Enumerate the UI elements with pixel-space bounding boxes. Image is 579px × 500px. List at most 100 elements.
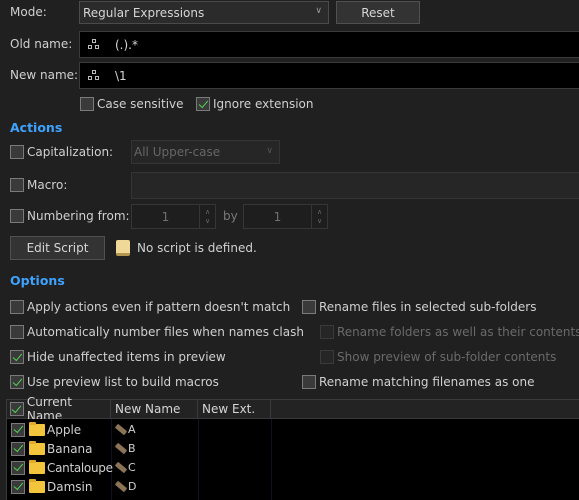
mode-dropdown[interactable]: Regular Expressions ∨ (79, 1, 329, 24)
checkbox-box[interactable] (10, 325, 24, 339)
option-rename-matching[interactable]: Rename matching filenames as one (302, 375, 534, 389)
script-status-text: No script is defined. (137, 241, 257, 255)
pencil-icon (114, 442, 128, 455)
option-apply-actions[interactable]: Apply actions even if pattern doesn't ma… (10, 300, 290, 314)
checkbox-box[interactable] (10, 145, 24, 159)
checkbox-box[interactable] (302, 375, 316, 389)
option-hide-unaffected[interactable]: Hide unaffected items in preview (10, 350, 226, 364)
macro-checkbox[interactable]: Macro: (10, 178, 67, 192)
checkbox-box[interactable] (10, 178, 24, 192)
old-name-value: (.).* (115, 37, 138, 52)
option-label: Automatically number files when names cl… (27, 325, 304, 339)
chevron-down-icon: ∨ (266, 146, 273, 156)
numbering-from-value: 1 (161, 209, 170, 224)
case-sensitive-checkbox[interactable]: Case sensitive (80, 97, 184, 111)
script-scroll-icon (116, 240, 130, 256)
folder-icon (29, 459, 45, 474)
column-label: New Name (115, 402, 181, 416)
checkbox-box[interactable] (320, 325, 334, 339)
chevron-down-icon[interactable]: ∨ (205, 217, 210, 226)
pencil-icon (114, 423, 128, 436)
folder-icon (29, 440, 45, 455)
capitalization-value: All Upper-case (134, 145, 221, 159)
numbering-checkbox[interactable]: Numbering from: (10, 209, 130, 223)
column-header-new-name[interactable]: New Name (111, 400, 198, 418)
option-use-preview-list[interactable]: Use preview list to build macros (10, 375, 219, 389)
numbering-from-spinner[interactable]: 1 ∧ ∨ (131, 204, 216, 229)
checkbox-box[interactable] (196, 97, 210, 111)
spinner-arrows[interactable]: ∧ ∨ (199, 205, 215, 228)
folder-icon (29, 478, 45, 493)
spinner-arrows[interactable]: ∧ ∨ (311, 205, 327, 228)
old-name-input[interactable]: (.).* (79, 31, 579, 58)
options-heading: Options (10, 273, 65, 288)
row-checkbox[interactable] (11, 479, 25, 494)
pencil-icon (114, 480, 128, 493)
list-item[interactable]: Cantaloupe C (11, 458, 136, 477)
capitalization-dropdown[interactable]: All Upper-case ∨ (131, 140, 280, 164)
option-show-subfolder-preview[interactable]: Show preview of sub-folder contents (320, 350, 556, 364)
column-header-new-ext[interactable]: New Ext. (198, 400, 271, 418)
current-name: Apple (47, 422, 82, 437)
row-checkbox[interactable] (11, 460, 25, 475)
column-divider (198, 419, 199, 500)
numbering-by-spinner[interactable]: 1 ∧ ∨ (243, 204, 328, 229)
option-label: Hide unaffected items in preview (27, 350, 226, 364)
capitalization-checkbox[interactable]: Capitalization: (10, 145, 113, 159)
row-checkbox[interactable] (11, 422, 25, 437)
current-name: Banana (47, 441, 93, 456)
actions-heading: Actions (10, 120, 63, 135)
list-item[interactable]: Damsin D (11, 477, 136, 496)
chevron-up-icon[interactable]: ∧ (317, 208, 322, 217)
list-item[interactable]: Apple A (11, 420, 136, 439)
edit-script-button[interactable]: Edit Script (10, 236, 105, 260)
new-name: D (128, 480, 137, 493)
chevron-down-icon: ∨ (315, 6, 322, 16)
folder-icon (29, 421, 45, 436)
numbering-label: Numbering from: (27, 209, 130, 223)
checkbox-box[interactable] (10, 375, 24, 389)
case-sensitive-label: Case sensitive (97, 97, 184, 111)
option-label: Rename folders as well as their contents (337, 325, 579, 339)
macro-input[interactable] (131, 172, 579, 199)
old-name-label: Old name: (10, 37, 73, 51)
regex-icon (88, 39, 100, 50)
capitalization-label: Capitalization: (27, 145, 114, 159)
new-name-label: New name: (10, 68, 79, 82)
checkbox-box[interactable] (10, 350, 24, 364)
list-header: Current Name New Name New Ext. (7, 395, 579, 423)
script-status: No script is defined. (116, 240, 257, 256)
column-label: New Ext. (202, 402, 256, 416)
column-header-empty (271, 400, 579, 418)
chevron-down-icon[interactable]: ∨ (317, 217, 322, 226)
option-label: Rename files in selected sub-folders (319, 300, 537, 314)
column-header-current-name[interactable]: Current Name (7, 395, 111, 423)
macro-label: Macro: (27, 178, 68, 192)
option-rename-folders-too[interactable]: Rename folders as well as their contents (320, 325, 579, 339)
current-name: Cantaloupe (47, 460, 113, 475)
list-item[interactable]: Banana B (11, 439, 136, 458)
option-auto-number[interactable]: Automatically number files when names cl… (10, 325, 304, 339)
checkbox-box[interactable] (10, 209, 24, 223)
checkbox-box[interactable] (302, 300, 316, 314)
pencil-icon (114, 461, 128, 474)
checkbox-box[interactable] (320, 350, 334, 364)
regex-icon (88, 70, 100, 81)
checkbox-box[interactable] (10, 300, 24, 314)
option-label: Rename matching filenames as one (319, 375, 535, 389)
ignore-extension-label: Ignore extension (213, 97, 314, 111)
option-rename-subfolders[interactable]: Rename files in selected sub-folders (302, 300, 536, 314)
row-checkbox[interactable] (11, 441, 25, 456)
new-name-input[interactable]: \1 (79, 62, 579, 89)
chevron-up-icon[interactable]: ∧ (205, 208, 210, 217)
ignore-extension-checkbox[interactable]: Ignore extension (196, 97, 313, 111)
mode-label: Mode: (10, 5, 47, 19)
current-name: Damsin (47, 479, 93, 494)
new-name-value: \1 (115, 68, 127, 83)
checkbox-box[interactable] (80, 97, 94, 111)
preview-list[interactable]: Current Name New Name New Ext. Apple A B… (6, 395, 579, 500)
by-label: by (223, 209, 238, 223)
mode-value: Regular Expressions (83, 5, 205, 20)
select-all-checkbox[interactable] (10, 402, 24, 416)
reset-button[interactable]: Reset (336, 1, 420, 24)
